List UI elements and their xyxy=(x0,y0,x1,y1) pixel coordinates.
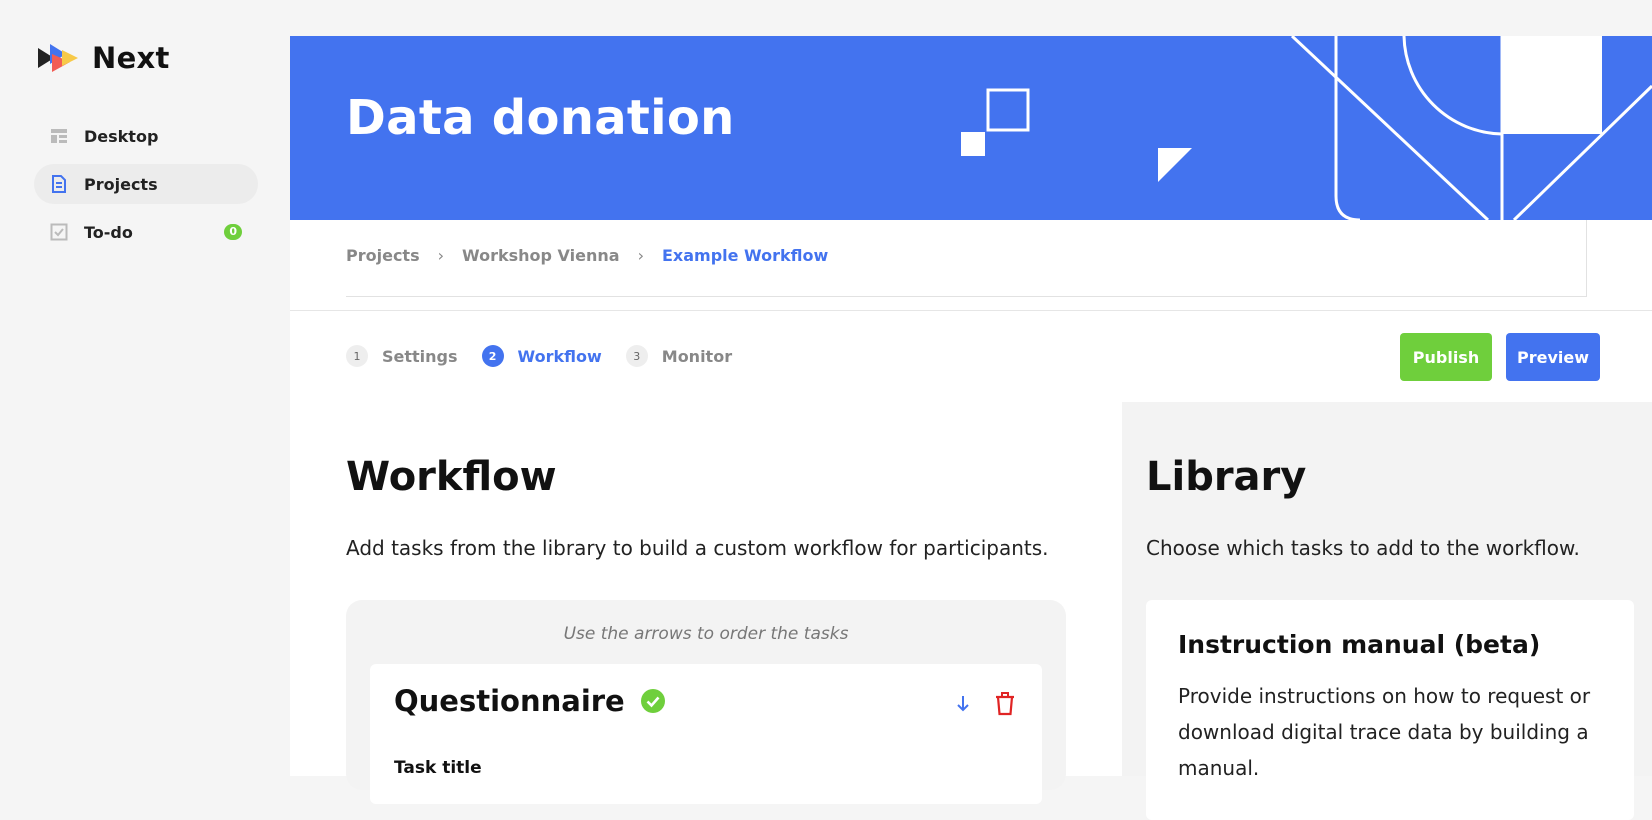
breadcrumb-area: Projects › Workshop Vienna › Example Wor… xyxy=(290,220,1652,310)
task-name-row: Questionnaire xyxy=(394,684,665,718)
library-item-title: Instruction manual (beta) xyxy=(1178,630,1541,659)
step-number: 1 xyxy=(346,345,368,367)
task-name: Questionnaire xyxy=(394,684,625,718)
page-title: Data donation xyxy=(346,90,735,146)
workflow-title: Workflow xyxy=(346,454,557,500)
sidebar-item-label: Desktop xyxy=(84,126,159,146)
tab-settings[interactable]: 1 Settings xyxy=(346,345,458,367)
step-number: 3 xyxy=(625,345,648,367)
breadcrumb-current: Example Workflow xyxy=(661,246,829,265)
workflow-section: Workflow Add tasks from the library to b… xyxy=(290,402,1122,804)
sidebar-item-label: To-do xyxy=(84,222,133,242)
main-content: Data donation Projects › Workshop Vienna… xyxy=(290,0,1652,820)
task-title-label: Task title xyxy=(394,758,482,778)
chevron-right-icon: › xyxy=(637,246,644,265)
step-label: Workflow xyxy=(517,346,602,366)
tab-workflow[interactable]: 2 Workflow xyxy=(481,345,602,367)
step-label: Settings xyxy=(382,346,458,366)
library-item-text: Provide instructions on how to request o… xyxy=(1178,684,1591,780)
workflow-description: Add tasks from the library to build a cu… xyxy=(346,536,1049,560)
sidebar-item-projects[interactable]: Projects xyxy=(34,164,258,204)
step-number: 2 xyxy=(481,345,504,367)
step-bar: 1 Settings 2 Workflow 3 Monitor Publish … xyxy=(290,310,1652,404)
breadcrumb-item-workshop[interactable]: Workshop Vienna xyxy=(462,246,620,265)
publish-button[interactable]: Publish xyxy=(1400,333,1492,381)
sidebar-item-desktop[interactable]: Desktop xyxy=(34,116,258,156)
page-banner: Data donation xyxy=(290,36,1652,220)
sidebar-nav: Desktop Projects To-do 0 xyxy=(34,116,258,260)
projects-icon xyxy=(50,175,68,193)
app-title: Next xyxy=(92,41,170,75)
step-label: Monitor xyxy=(661,346,733,366)
trash-icon[interactable] xyxy=(994,692,1016,716)
step-tabs: 1 Settings 2 Workflow 3 Monitor xyxy=(346,345,756,367)
library-item-card[interactable]: Instruction manual (beta) Provide instru… xyxy=(1146,600,1634,820)
desktop-icon xyxy=(50,127,68,145)
arrow-down-icon[interactable] xyxy=(954,694,972,714)
preview-button[interactable]: Preview xyxy=(1506,333,1600,381)
task-card: Questionnaire Task title xyxy=(370,664,1042,804)
breadcrumb-item-projects[interactable]: Projects xyxy=(346,246,420,265)
breadcrumb: Projects › Workshop Vienna › Example Wor… xyxy=(346,246,828,265)
sidebar-item-label: Projects xyxy=(84,174,158,194)
library-title: Library xyxy=(1146,454,1307,500)
app-logo[interactable]: Next xyxy=(36,40,170,76)
library-section: Library Choose which tasks to add to the… xyxy=(1122,402,1652,820)
todo-count-badge: 0 xyxy=(224,224,242,240)
logo-mark-icon xyxy=(36,40,82,76)
library-description: Choose which tasks to add to the workflo… xyxy=(1146,536,1580,560)
task-order-hint: Use the arrows to order the tasks xyxy=(563,624,849,644)
todo-icon xyxy=(50,223,68,241)
check-circle-icon xyxy=(640,689,665,713)
chevron-right-icon: › xyxy=(437,246,445,265)
tab-monitor[interactable]: 3 Monitor xyxy=(625,345,733,367)
task-list-panel: Use the arrows to order the tasks Questi… xyxy=(346,600,1066,804)
sidebar: Next Desktop Projects To-do 0 xyxy=(0,0,290,776)
sidebar-item-todo[interactable]: To-do 0 xyxy=(34,212,258,252)
